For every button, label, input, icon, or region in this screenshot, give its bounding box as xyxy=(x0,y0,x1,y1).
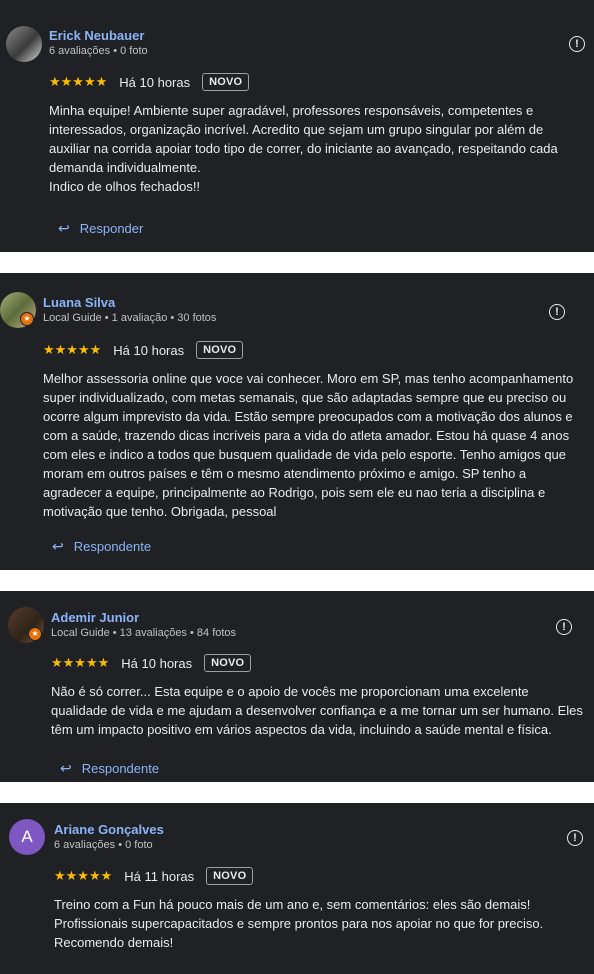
info-circle-icon[interactable]: ! xyxy=(556,619,572,635)
review-time: Há 11 horas xyxy=(124,868,195,884)
star-rating: ★★★★★ xyxy=(43,342,102,357)
rating-row: ★★★★★ Há 11 horas NOVO xyxy=(54,867,254,885)
local-guide-star-icon: ★ xyxy=(28,627,42,641)
reviewer-meta: Local Guide • 1 avaliação • 30 fotos xyxy=(43,312,217,324)
rating-row: ★★★★★ Há 10 horas NOVO xyxy=(49,73,250,91)
review-text: Treino com a Fun há pouco mais de um ano… xyxy=(54,897,544,950)
reply-arrow-icon: ↩ xyxy=(60,760,72,776)
local-guide-star-icon: ★ xyxy=(20,312,34,326)
rating-row: ★★★★★ Há 10 horas NOVO xyxy=(51,654,252,672)
review-text: Melhor assessoria online que voce vai co… xyxy=(43,371,574,519)
reply-label: Respondente xyxy=(81,761,160,776)
reply-arrow-icon: ↩ xyxy=(58,220,70,236)
reviewer-name[interactable]: Ademir Junior xyxy=(51,610,139,625)
reply-button[interactable]: ↩ Responder xyxy=(58,220,143,237)
reply-label: Responder xyxy=(79,221,144,236)
review-card: A Ariane Gonçalves 6 avaliações • 0 foto… xyxy=(0,803,594,974)
reviewer-meta: Local Guide • 13 avaliações • 84 fotos xyxy=(51,627,237,639)
new-badge: NOVO xyxy=(202,73,250,91)
reviewer-meta: 6 avaliações • 0 foto xyxy=(49,45,148,57)
review-card: ★ Ademir Junior Local Guide • 13 avaliaç… xyxy=(0,591,594,782)
star-rating: ★★★★★ xyxy=(49,74,108,89)
review-time: Há 10 horas xyxy=(113,342,185,358)
new-badge: NOVO xyxy=(206,867,254,885)
star-rating: ★★★★★ xyxy=(51,655,110,670)
avatar[interactable] xyxy=(6,26,42,62)
review-card: Erick Neubauer 6 avaliações • 0 foto ! ★… xyxy=(0,0,594,252)
avatar[interactable]: A xyxy=(9,819,45,855)
reviewer-name[interactable]: Ariane Gonçalves xyxy=(54,822,164,837)
review-text: Não é só correr... Esta equipe e o apoio… xyxy=(51,684,583,737)
reply-arrow-icon: ↩ xyxy=(52,538,64,554)
review-time: Há 10 horas xyxy=(119,74,191,90)
review-time: Há 10 horas xyxy=(121,655,193,671)
review-card: ★ Luana Silva Local Guide • 1 avaliação … xyxy=(0,273,594,570)
review-text: Minha equipe! Ambiente super agradável, … xyxy=(49,103,558,194)
new-badge: NOVO xyxy=(204,654,252,672)
info-circle-icon[interactable]: ! xyxy=(567,830,583,846)
info-circle-icon[interactable]: ! xyxy=(569,36,585,52)
new-badge: NOVO xyxy=(196,341,244,359)
info-circle-icon[interactable]: ! xyxy=(549,304,565,320)
reviewer-name[interactable]: Erick Neubauer xyxy=(49,28,144,43)
rating-row: ★★★★★ Há 10 horas NOVO xyxy=(43,341,244,359)
reviewer-name[interactable]: Luana Silva xyxy=(43,295,115,310)
reply-button[interactable]: ↩ Respondente xyxy=(60,760,159,777)
reviewer-meta: 6 avaliações • 0 foto xyxy=(54,839,153,851)
reply-button[interactable]: ↩ Respondente xyxy=(52,538,151,555)
star-rating: ★★★★★ xyxy=(54,868,113,883)
reply-label: Respondente xyxy=(73,539,152,554)
